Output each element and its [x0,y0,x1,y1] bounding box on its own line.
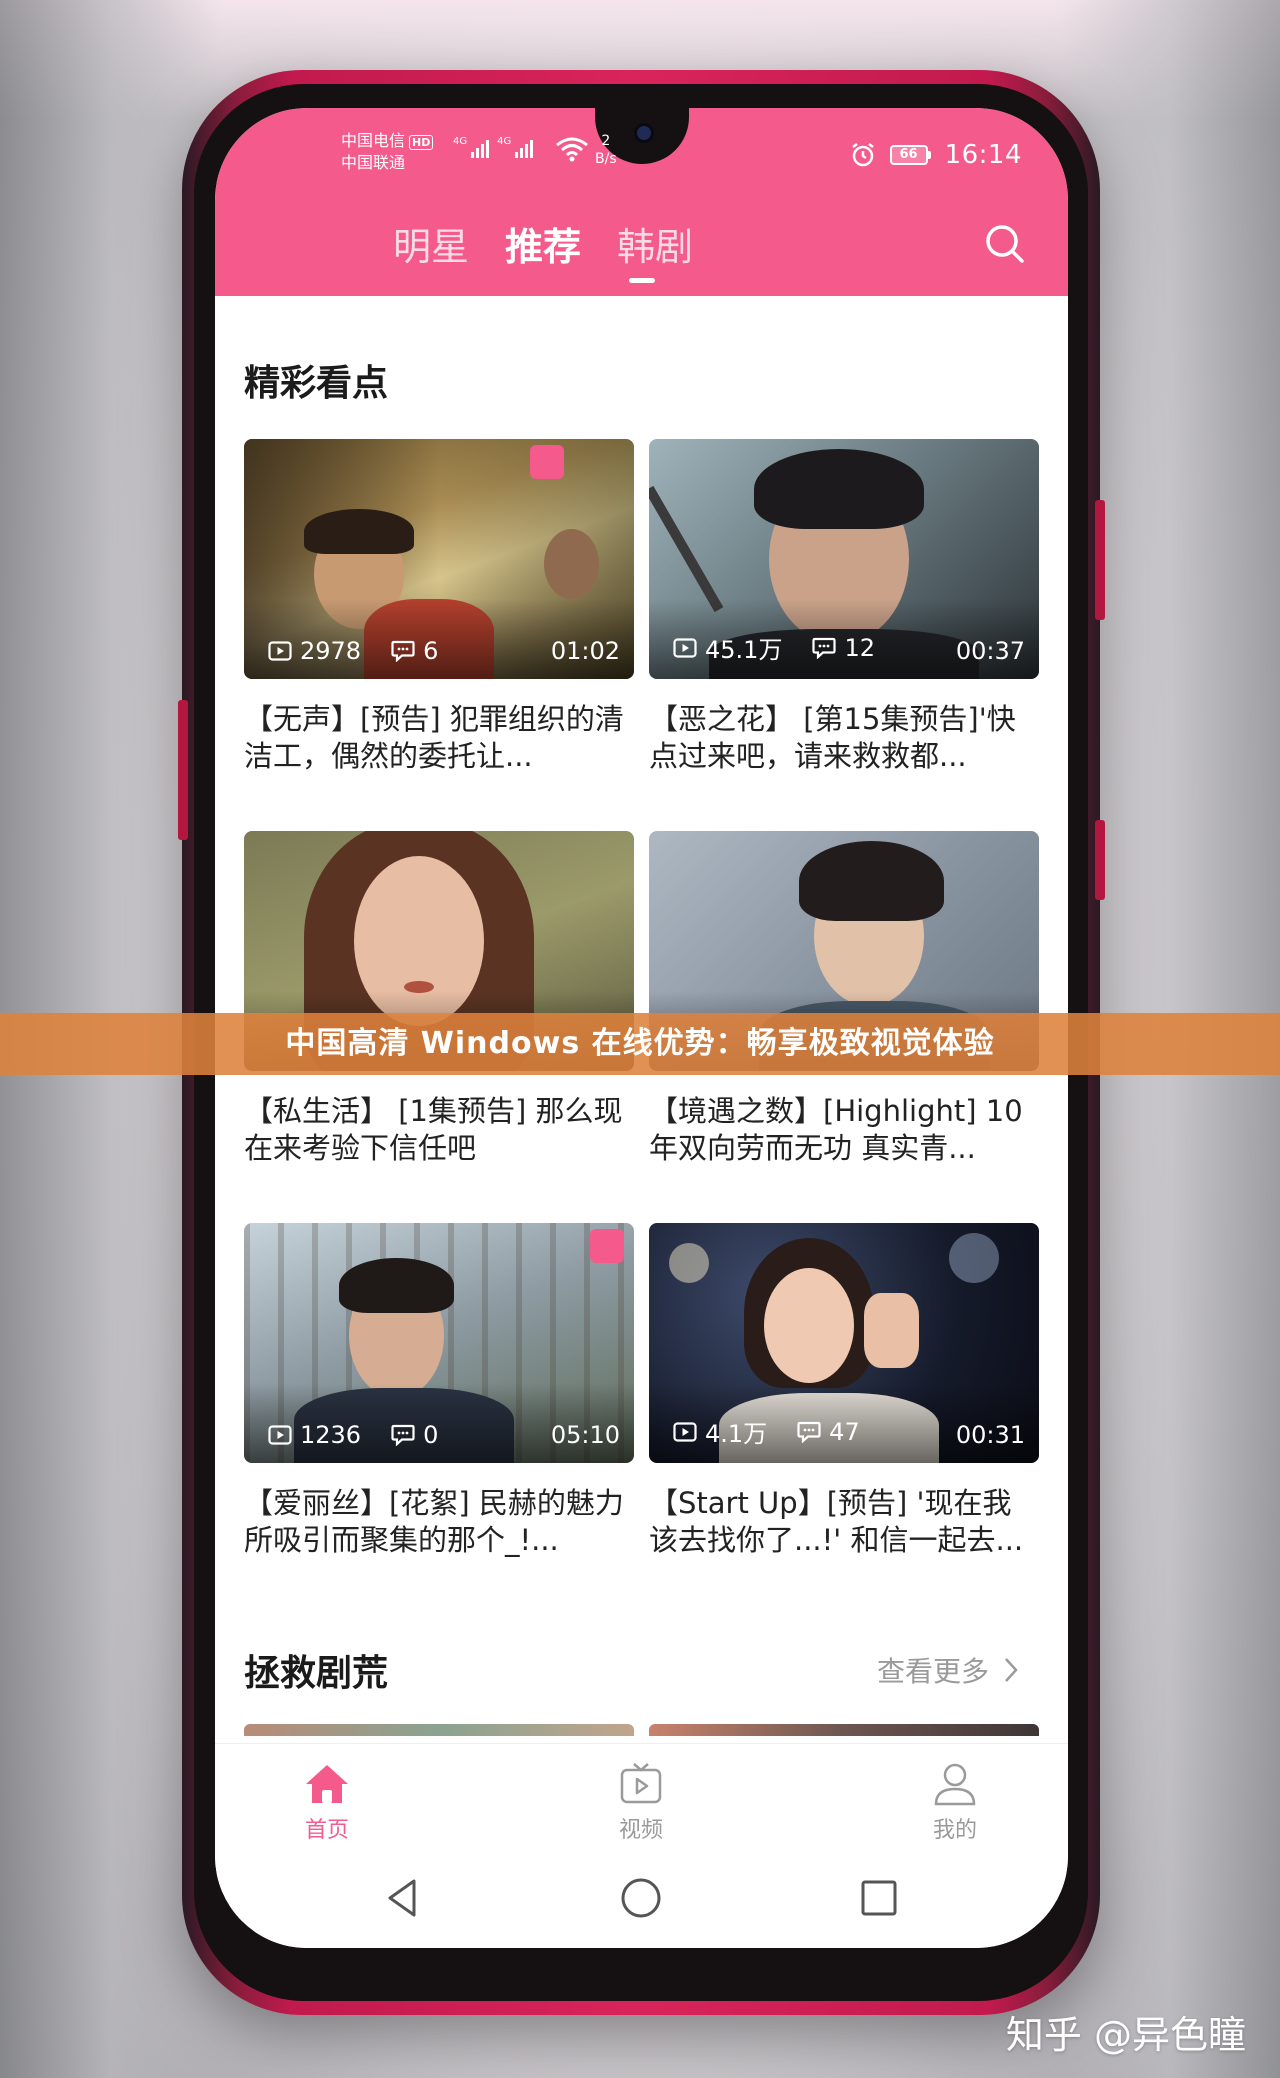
chevron-right-icon [1005,1658,1018,1682]
video-stats: 45.1万 12 [673,630,875,665]
net-speed: 2 B/s [595,132,617,168]
video-card[interactable]: 4.1万 47 00:31 【Start Up】[预告] '现在我该去找你了..… [649,1223,1039,1559]
home-circle-icon[interactable] [618,1875,664,1921]
nav-video-label: 视频 [618,1818,663,1843]
view-more-link[interactable]: 查看更多 [877,1650,1019,1690]
phone-side-button [178,700,188,840]
comment-icon [812,637,837,659]
video-card[interactable]: 2978 6 01:02 【无声】[预告] 犯罪组织的清洁工，偶然的委托让... [244,439,634,775]
net-speed-value: 2 [601,133,611,149]
video-stats: 1236 0 [268,1421,438,1449]
comment-icon [391,640,415,662]
channel-logo [530,445,564,479]
clock: 16:14 [944,140,1022,170]
section-title-rescue: 拯救剧荒 [244,1653,389,1694]
play-count: 1236 [300,1421,362,1449]
battery-level: 66 [889,145,928,165]
tab-recommend[interactable]: 推荐 [505,216,581,271]
video-thumbnail[interactable]: 2978 6 01:02 [244,439,634,679]
search-icon[interactable] [981,220,1029,268]
hd-badge: HD [409,135,434,150]
next-thumbnail-peek [244,1724,634,1736]
video-duration: 05:10 [550,1421,620,1449]
carrier-info: 中国电信 HD 中国联通 [341,130,434,174]
tab-stars[interactable]: 明星 [393,216,469,271]
nav-profile-label: 我的 [932,1818,977,1843]
next-thumbnail-peek [649,1724,1039,1736]
section-title-highlights: 精彩看点 [244,363,389,404]
comment-count: 47 [829,1417,860,1446]
play-count-icon [673,1421,697,1442]
video-duration: 00:37 [955,637,1025,665]
video-title[interactable]: 【爱丽丝】[花絮] 民赫的魅力所吸引而聚集的那个_!... [244,1485,634,1559]
carrier-2: 中国联通 [341,153,406,172]
front-camera [637,126,651,140]
tab-kdrama[interactable]: 韩剧 [617,216,693,271]
video-card[interactable]: 1236 0 05:10 【爱丽丝】[花絮] 民赫的魅力所吸引而聚集的那个_!.… [244,1223,634,1559]
video-title[interactable]: 【恶之花】 [第15集预告]'快点过来吧，请来救救都... [649,701,1039,775]
video-title[interactable]: 【Start Up】[预告] '现在我该去找你了...!' 和信一起去... [649,1485,1039,1559]
home-icon [306,1765,348,1803]
video-title[interactable]: 【境遇之数】[Highlight] 10年双向劳而无功 真实青... [649,1093,1039,1167]
video-card[interactable]: 【境遇之数】[Highlight] 10年双向劳而无功 真实青... [649,831,1039,1167]
active-tab-indicator [629,278,655,283]
nav-video[interactable]: 视频 [581,1762,701,1844]
back-icon[interactable] [380,1875,426,1921]
play-count-icon [673,637,697,658]
play-count-icon [268,641,292,661]
comment-count: 12 [844,633,875,662]
video-duration: 01:02 [550,637,620,665]
tv-play-icon [620,1763,662,1804]
channel-logo [590,1229,624,1263]
video-stats: 4.1万 47 [673,1414,860,1449]
system-nav-bar [215,1853,1068,1948]
phone-volume-button [1095,500,1105,620]
signal-1-icon: 4G [453,136,490,158]
play-count: 4.1万 [705,1420,768,1448]
recents-icon[interactable] [856,1875,902,1921]
comment-icon [797,1421,821,1443]
battery-icon: 66 [889,145,931,165]
nav-home[interactable]: 首页 [267,1762,387,1844]
video-thumbnail[interactable]: 45.1万 12 00:37 [649,439,1039,679]
play-count: 45.1万 [705,636,783,664]
comment-count: 6 [423,637,439,665]
alarm-icon [851,143,874,167]
nav-home-label: 首页 [304,1818,349,1843]
watermark: 知乎 @异色瞳 [1005,2013,1246,2057]
signal-indicators: 4G 4G [453,136,534,158]
comment-count: 0 [423,1421,439,1449]
play-count-icon [268,1425,292,1445]
app-header: 中国电信 HD 中国联通 4G 4G 2 B/s 66 16:14 明星 推荐 … [215,108,1068,296]
signal-1-label: 4G [453,136,468,147]
wifi-icon [556,137,588,162]
video-title[interactable]: 【无声】[预告] 犯罪组织的清洁工，偶然的委托让... [244,701,634,775]
view-more-label: 查看更多 [877,1655,990,1688]
nav-profile[interactable]: 我的 [895,1762,1015,1844]
video-thumbnail[interactable]: 4.1万 47 00:31 [649,1223,1039,1463]
signal-2-label: 4G [497,136,512,147]
phone-power-button [1095,820,1105,900]
comment-icon [391,1424,415,1446]
user-icon [934,1763,976,1806]
status-right: 66 16:14 [850,140,1022,170]
bottom-nav: 首页 视频 我的 [215,1743,1068,1853]
video-duration: 00:31 [955,1421,1025,1449]
video-card[interactable]: 45.1万 12 00:37 【恶之花】 [第15集预告]'快点过来吧，请来救救… [649,439,1039,775]
overlay-banner: 中国高清 Windows 在线优势：畅享极致视觉体验 [0,1013,1280,1075]
video-stats: 2978 6 [268,637,438,665]
play-count: 2978 [300,637,362,665]
top-tabs: 明星 推荐 韩剧 [215,216,1068,280]
video-thumbnail[interactable]: 1236 0 05:10 [244,1223,634,1463]
video-card[interactable]: 【私生活】 [1集预告] 那么现在来考验下信任吧 [244,831,634,1167]
signal-2-icon: 4G [497,136,534,158]
carrier-1: 中国电信 [341,131,406,150]
video-title[interactable]: 【私生活】 [1集预告] 那么现在来考验下信任吧 [244,1093,634,1167]
net-speed-unit: B/s [595,151,617,167]
